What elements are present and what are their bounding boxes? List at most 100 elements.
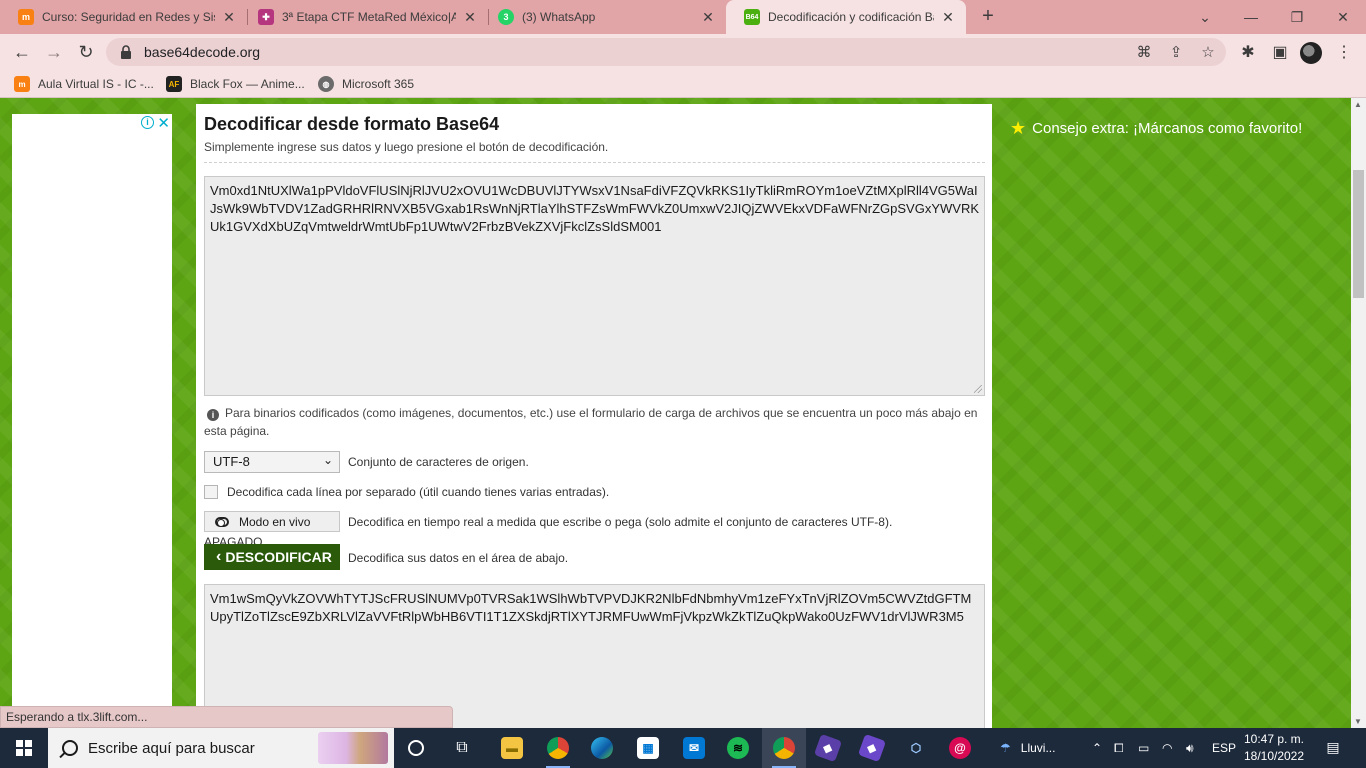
address-bar[interactable]: base64decode.org [106,38,1226,66]
base64-icon: B64 [744,9,760,25]
search-highlight-image [318,732,388,764]
page-viewport: i ✕ Decodificar desde formato Base64 Sim… [0,98,1351,728]
meet-now-icon[interactable]: ⧠ [1114,728,1124,768]
decoder-panel: Decodificar desde formato Base64 Simplem… [196,104,992,728]
browser-toolbar: ← → ↻ base64decode.org ⌘ ⇪ ☆ ✱ ▣ ⋮ [0,34,1366,70]
bookmark-label: Black Fox — Anime... [190,77,305,91]
puzzle-icon: ✚ [258,9,274,25]
menu-kebab-icon[interactable]: ⋮ [1330,38,1358,66]
chrome-profile-icon[interactable] [762,728,806,768]
spotify-icon[interactable]: ≋ [716,728,760,768]
close-tab-icon[interactable]: ✕ [700,9,716,26]
avatar[interactable] [1300,42,1322,64]
charset-label: Conjunto de caracteres de origen. [348,455,529,469]
chevron-down-icon: ⌄ [322,453,333,467]
scrollbar-thumb[interactable] [1353,170,1364,298]
share-icon[interactable]: ⇪ [1162,38,1190,66]
taskbar-search[interactable]: Escribe aquí para buscar [48,728,394,768]
forward-icon[interactable]: → [40,38,68,66]
input-textarea[interactable]: Vm0xd1NtUXlWa1pPVldoVFlUSlNjRlJVU2xOVU1W… [204,176,985,396]
start-button[interactable] [0,728,48,768]
divider [204,162,985,163]
bookmark-star-icon[interactable]: ☆ [1194,38,1222,66]
globe-icon: ◍ [318,76,334,92]
taskbar: Escribe aquí para buscar ⧉ ▬ ▦ ✉ ≋ ◆ ◆ ⬡… [0,728,1366,768]
info-text: Para binarios codificados (como imágenes… [204,406,978,438]
side-panel-icon[interactable]: ▣ [1266,38,1294,66]
page-title: Decodificar desde formato Base64 [204,114,500,134]
tab-search-icon[interactable]: ⌄ [1182,0,1228,34]
bookmarks-bar: m Aula Virtual IS - IC -... AF Black Fox… [0,70,1366,98]
mail-icon[interactable]: ✉ [672,728,716,768]
edge-icon[interactable] [580,728,624,768]
toggle-icon [215,516,229,527]
live-mode-description: Decodifica en tiempo real a medida que e… [348,515,893,529]
weather-widget[interactable]: ☂ Lluvi... [1000,728,1055,768]
tab-moodle-course[interactable]: m Curso: Seguridad en Redes y Siste ✕ [0,0,247,34]
file-explorer-icon[interactable]: ▬ [490,728,534,768]
wifi-icon[interactable]: ◠ [1162,728,1172,768]
weather-label: Lluvi... [1020,741,1056,755]
bookmark-microsoft-365[interactable]: ◍ Microsoft 365 [318,70,414,98]
tab-ctf-metared[interactable]: ✚ 3ª Etapa CTF MetaRed México|Ar ✕ [240,0,488,34]
page-scrollbar[interactable]: ▲ ▼ [1351,98,1366,728]
charset-select[interactable]: UTF-8 ⌄ [204,451,340,473]
page-subtitle: Simplemente ingrese sus datos y luego pr… [204,140,609,154]
obsidian-icon[interactable]: ◆ [806,728,850,768]
volume-icon[interactable]: 🔊︎ [1186,728,1194,768]
obsidian-alt-icon[interactable]: ◆ [850,728,894,768]
virtualbox-icon[interactable]: ⬡ [894,728,938,768]
decode-button-label: DESCODIFICAR [225,549,332,565]
bookmark-label: Microsoft 365 [342,77,415,91]
translate-icon[interactable]: ⌘ [1130,38,1158,66]
close-tab-icon[interactable]: ✕ [221,9,237,26]
windows-icon [16,740,32,756]
task-view-icon[interactable]: ⧉ [440,728,484,768]
close-tab-icon[interactable]: ✕ [462,9,478,26]
scroll-down-icon[interactable]: ▼ [1354,717,1362,726]
clock[interactable]: 10:47 p. m. 18/10/2022 [1240,731,1308,765]
back-icon[interactable]: ← [8,38,36,66]
chrome-icon[interactable] [536,728,580,768]
scroll-up-icon[interactable]: ▲ [1354,100,1362,109]
resize-handle[interactable] [974,385,982,393]
rain-icon: ☂ [1000,741,1011,755]
tab-base64-decode[interactable]: B64 Decodificación y codificación Ba ✕ [726,0,966,34]
search-placeholder: Escribe aquí para buscar [88,739,255,757]
search-icon [62,740,78,756]
debian-icon[interactable]: @ [938,728,982,768]
lock-icon [120,45,132,59]
tab-whatsapp[interactable]: 3 (3) WhatsApp ✕ [480,0,726,34]
per-line-checkbox[interactable] [204,485,218,499]
minimize-icon[interactable]: — [1228,0,1274,34]
moodle-icon: m [18,9,34,25]
ad-banner[interactable]: i ✕ [12,114,172,728]
cortana-icon[interactable] [394,728,438,768]
window-close-icon[interactable]: ✕ [1320,0,1366,34]
bookmark-black-fox[interactable]: AF Black Fox — Anime... [166,70,305,98]
ad-info-icon[interactable]: i [141,116,154,129]
tab-title: Decodificación y codificación Ba [768,10,934,24]
store-icon[interactable]: ▦ [626,728,670,768]
tray-overflow-icon[interactable]: ⌃ [1092,728,1102,768]
notifications-icon[interactable]: ▤ [1322,736,1344,758]
bookmark-tip: ★ Consejo extra: ¡Márcanos como favorito… [1010,118,1302,139]
output-text: Vm1wSmQyVkZOVWhTYTJScFRUSlNUMVp0TVRSak1W… [210,591,972,624]
bookmark-aula-virtual[interactable]: m Aula Virtual IS - IC -... [14,70,154,98]
star-icon: ★ [1010,118,1027,138]
battery-icon[interactable]: ▭ [1138,728,1149,768]
decode-button[interactable]: ‹ DESCODIFICAR [204,544,340,570]
live-mode-toggle[interactable]: Modo en vivo [204,511,340,532]
ad-close-icon[interactable]: ✕ [157,114,170,132]
bookmark-label: Aula Virtual IS - IC -... [38,77,154,91]
binary-files-note: i Para binarios codificados (como imágene… [204,404,985,440]
close-tab-icon[interactable]: ✕ [940,9,956,26]
language-indicator[interactable]: ESP [1212,728,1236,768]
new-tab-button[interactable]: + [976,5,1000,29]
decode-description: Decodifica sus datos en el área de abajo… [348,551,569,565]
restore-icon[interactable]: ❐ [1274,0,1320,34]
extensions-icon[interactable]: ✱ [1234,38,1262,66]
tab-title: 3ª Etapa CTF MetaRed México|Ar [282,10,456,24]
reload-icon[interactable]: ↻ [72,38,100,66]
whatsapp-icon: 3 [498,9,514,25]
